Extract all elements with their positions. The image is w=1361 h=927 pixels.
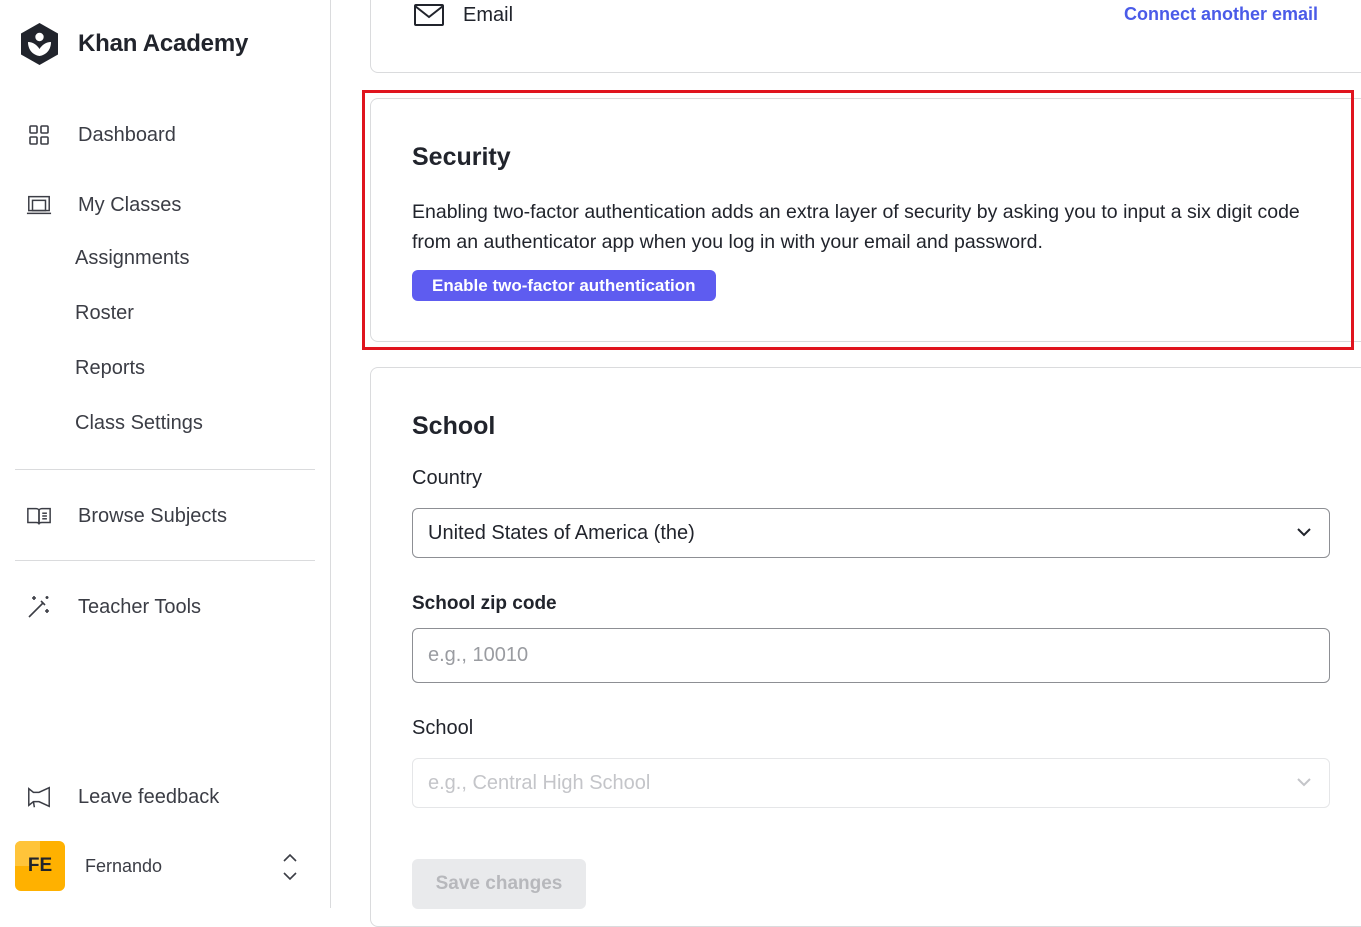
sidebar-item-label: Dashboard: [78, 123, 176, 146]
zip-input[interactable]: [428, 644, 1314, 667]
sidebar-item-my-classes[interactable]: My Classes: [26, 192, 181, 218]
sidebar-item-teacher-tools[interactable]: Teacher Tools: [26, 594, 201, 620]
khan-academy-logo-icon: [21, 23, 58, 65]
enable-two-factor-button[interactable]: Enable two-factor authentication: [412, 270, 716, 301]
grid-icon: [26, 122, 52, 148]
save-changes-button[interactable]: Save changes: [412, 859, 586, 909]
leave-feedback-label: Leave feedback: [78, 785, 220, 808]
magic-wand-icon: [26, 594, 52, 620]
sidebar: Khan Academy Dashboard My Classes Assign…: [0, 0, 331, 908]
leave-feedback-button[interactable]: Leave feedback: [26, 784, 219, 810]
sidebar-item-reports[interactable]: Reports: [75, 357, 145, 380]
user-menu[interactable]: FE Fernando: [15, 841, 315, 891]
email-row: Email: [413, 3, 513, 27]
sidebar-item-label: Teacher Tools: [78, 595, 202, 618]
avatar: FE: [15, 841, 65, 891]
country-label: Country: [412, 467, 483, 489]
sidebar-divider: [15, 560, 315, 561]
brand[interactable]: Khan Academy: [19, 22, 248, 66]
school-select[interactable]: e.g., Central High School: [412, 758, 1330, 808]
email-label: Email: [463, 3, 514, 26]
sidebar-item-assignments[interactable]: Assignments: [75, 247, 190, 270]
school-card: School Country United States of America …: [370, 367, 1361, 927]
brand-name: Khan Academy: [78, 30, 249, 57]
zip-field[interactable]: [412, 628, 1330, 683]
security-card: Security Enabling two-factor authenticat…: [370, 98, 1361, 342]
megaphone-icon: [26, 784, 52, 810]
sidebar-item-label: My Classes: [78, 193, 182, 216]
classroom-icon: [26, 192, 52, 218]
sidebar-item-class-settings[interactable]: Class Settings: [75, 412, 203, 435]
sidebar-item-dashboard[interactable]: Dashboard: [26, 122, 176, 148]
sidebar-divider: [15, 469, 315, 470]
security-description: Enabling two-factor authentication adds …: [412, 201, 1300, 253]
country-value: United States of America (the): [428, 521, 695, 544]
country-select[interactable]: United States of America (the): [412, 508, 1330, 558]
book-icon: [26, 503, 52, 529]
chevron-up-down-icon[interactable]: [279, 851, 301, 883]
sidebar-item-roster[interactable]: Roster: [75, 302, 134, 325]
user-name: Fernando: [85, 855, 163, 876]
school-label: School: [412, 717, 474, 739]
security-title: Security: [412, 143, 511, 171]
sidebar-item-browse-subjects[interactable]: Browse Subjects: [26, 503, 227, 529]
email-card: Email Connect another email: [370, 0, 1361, 73]
chevron-down-icon: [1297, 528, 1311, 537]
envelope-icon: [414, 4, 444, 26]
avatar-initials: FE: [27, 855, 53, 876]
sidebar-item-label: Browse Subjects: [78, 504, 227, 527]
chevron-down-icon: [1297, 778, 1311, 787]
school-placeholder: e.g., Central High School: [428, 771, 651, 794]
connect-another-email-link[interactable]: Connect another email: [1124, 4, 1318, 25]
school-title: School: [412, 412, 496, 440]
zip-label: School zip code: [412, 593, 557, 614]
